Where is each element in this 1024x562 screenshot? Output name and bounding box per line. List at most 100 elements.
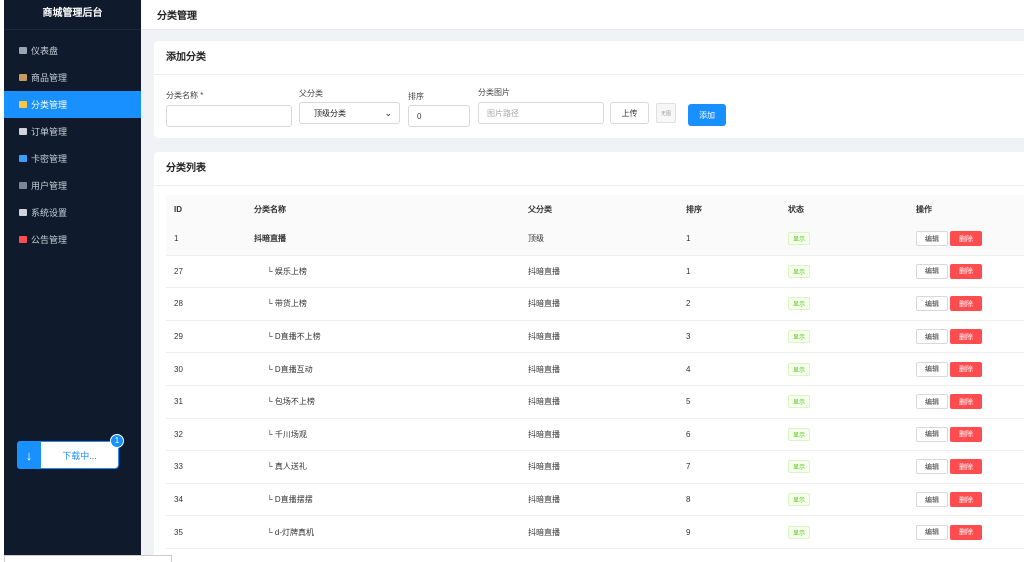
sidebar-item-5[interactable]: 用户管理 — [4, 172, 141, 199]
row-category-name: └ 千川场观 — [267, 429, 307, 439]
delete-button[interactable]: 删除 — [950, 524, 982, 540]
row-category-name: └ d-灯牌真机 — [267, 527, 315, 537]
row-sort: 9 — [686, 527, 691, 537]
row-sort: 5 — [686, 397, 691, 407]
row-actions: 编辑 删除 — [916, 296, 982, 312]
main-content: 添加分类 分类名称 * 父分类 顶级分类 ⌄ 排序 0 分类图片 图片路径 上传… — [141, 30, 1024, 562]
category-list-title: 分类列表 — [154, 152, 1024, 186]
sidebar-item-label: 订单管理 — [31, 127, 68, 137]
edit-button[interactable]: 编辑 — [916, 492, 948, 508]
row-id: 1 — [174, 234, 179, 244]
folder-icon — [19, 101, 27, 108]
column-header-actions: 操作 — [916, 204, 932, 214]
edit-button[interactable]: 编辑 — [916, 329, 948, 345]
edit-button[interactable]: 编辑 — [916, 296, 948, 312]
row-status-cell: 显示 — [788, 264, 811, 278]
image-thumbnail: 无图 — [656, 103, 676, 123]
add-category-title: 添加分类 — [154, 41, 1024, 75]
download-count-badge: 1 — [110, 434, 124, 448]
row-actions: 编辑 删除 — [916, 231, 982, 247]
column-header-sort: 排序 — [686, 204, 702, 214]
sort-input[interactable]: 0 — [408, 105, 470, 127]
column-header-status: 状态 — [788, 204, 804, 214]
table-row: 31 └ 包场不上榜 抖暗直播 5 显示 编辑 删除 — [166, 386, 1024, 419]
image-path-input[interactable]: 图片路径 — [478, 102, 604, 124]
row-status-cell: 显示 — [788, 525, 811, 539]
users-icon — [19, 182, 27, 189]
row-category-name: └ 包场不上榜 — [267, 397, 315, 407]
delete-button[interactable]: 删除 — [950, 231, 982, 247]
parent-category-select[interactable]: 顶级分类 ⌄ — [299, 102, 400, 124]
edit-button[interactable]: 编辑 — [916, 524, 948, 540]
row-parent-category: 抖暗直播 — [528, 364, 560, 374]
row-id: 30 — [174, 364, 183, 374]
row-category-name: └ D直播互动 — [267, 364, 313, 374]
box-icon — [19, 74, 27, 81]
row-sort: 2 — [686, 299, 691, 309]
sidebar-item-6[interactable]: 系统设置 — [4, 199, 141, 226]
status-badge: 显示 — [788, 297, 811, 311]
delete-button[interactable]: 删除 — [950, 329, 982, 345]
download-widget[interactable]: ↓ 下载中... 1 — [17, 434, 124, 469]
table-row: 1 抖暗直播 顶级 1 显示 编辑 删除 — [166, 223, 1024, 256]
edit-button[interactable]: 编辑 — [916, 263, 948, 279]
delete-button[interactable]: 删除 — [950, 459, 982, 475]
edit-button[interactable]: 编辑 — [916, 394, 948, 410]
delete-button[interactable]: 删除 — [950, 492, 982, 508]
table-header: ID 分类名称 父分类 排序 状态 操作 — [166, 195, 1024, 223]
row-parent-category: 抖暗直播 — [528, 527, 560, 537]
row-status-cell: 显示 — [788, 395, 811, 409]
row-sort: 1 — [686, 234, 691, 244]
row-id: 34 — [174, 495, 183, 505]
megaphone-icon — [19, 236, 27, 243]
table-row: 29 └ D直播不上榜 抖暗直播 3 显示 编辑 删除 — [166, 321, 1024, 354]
sidebar-item-label: 分类管理 — [31, 100, 68, 110]
edit-button[interactable]: 编辑 — [916, 459, 948, 475]
column-header-id: ID — [174, 204, 182, 214]
row-status-cell: 显示 — [788, 330, 811, 344]
row-id: 32 — [174, 429, 183, 439]
row-sort: 1 — [686, 266, 691, 276]
page-title: 分类管理 — [141, 0, 1024, 30]
row-actions: 编辑 删除 — [916, 361, 982, 377]
add-category-button[interactable]: 添加 — [688, 104, 726, 126]
sidebar-item-1[interactable]: 商品管理 — [4, 64, 141, 91]
table-row: 33 └ 真人送礼 抖暗直播 7 显示 编辑 删除 — [166, 451, 1024, 484]
add-category-form: 分类名称 * 父分类 顶级分类 ⌄ 排序 0 分类图片 图片路径 上传 无图 添… — [154, 75, 1024, 135]
row-sort: 7 — [686, 462, 691, 472]
edit-button[interactable]: 编辑 — [916, 426, 948, 442]
status-badge: 显示 — [788, 232, 811, 246]
column-header-parent: 父分类 — [528, 204, 552, 214]
row-actions: 编辑 删除 — [916, 263, 982, 279]
table-body: 1 抖暗直播 顶级 1 显示 编辑 删除 27 └ 娱乐上榜 抖暗直播 1 显示 编辑 删除 28 └ 带货上… — [166, 223, 1024, 549]
row-id: 27 — [174, 266, 183, 276]
sidebar-item-7[interactable]: 公告管理 — [4, 226, 141, 253]
status-badge: 显示 — [788, 427, 811, 441]
delete-button[interactable]: 删除 — [950, 263, 982, 279]
row-status-cell: 显示 — [788, 460, 811, 474]
sidebar-item-0[interactable]: 仪表盘 — [4, 37, 141, 64]
category-list-card: 分类列表 ID 分类名称 父分类 排序 状态 操作 1 抖暗直播 顶级 1 显示 编辑 删除… — [154, 152, 1024, 562]
sidebar-item-4[interactable]: 卡密管理 — [4, 145, 141, 172]
delete-button[interactable]: 删除 — [950, 296, 982, 312]
card-icon — [19, 155, 27, 162]
status-badge: 显示 — [788, 330, 811, 344]
edit-button[interactable]: 编辑 — [916, 231, 948, 247]
sidebar-item-3[interactable]: 订单管理 — [4, 118, 141, 145]
delete-button[interactable]: 删除 — [950, 394, 982, 410]
sidebar-item-label: 系统设置 — [31, 208, 68, 218]
status-badge: 显示 — [788, 395, 811, 409]
delete-button[interactable]: 删除 — [950, 361, 982, 377]
upload-button[interactable]: 上传 — [610, 102, 649, 124]
edit-button[interactable]: 编辑 — [916, 361, 948, 377]
category-name-input[interactable] — [166, 105, 292, 127]
row-category-name: 抖暗直播 — [254, 234, 286, 244]
row-id: 28 — [174, 299, 183, 309]
delete-button[interactable]: 删除 — [950, 426, 982, 442]
table-row: 27 └ 娱乐上榜 抖暗直播 1 显示 编辑 删除 — [166, 256, 1024, 289]
row-id: 31 — [174, 397, 183, 407]
row-parent-category: 抖暗直播 — [528, 397, 560, 407]
row-parent-category: 抖暗直播 — [528, 462, 560, 472]
add-category-card: 添加分类 分类名称 * 父分类 顶级分类 ⌄ 排序 0 分类图片 图片路径 上传… — [154, 41, 1024, 138]
sidebar-item-2[interactable]: 分类管理 — [4, 91, 141, 118]
